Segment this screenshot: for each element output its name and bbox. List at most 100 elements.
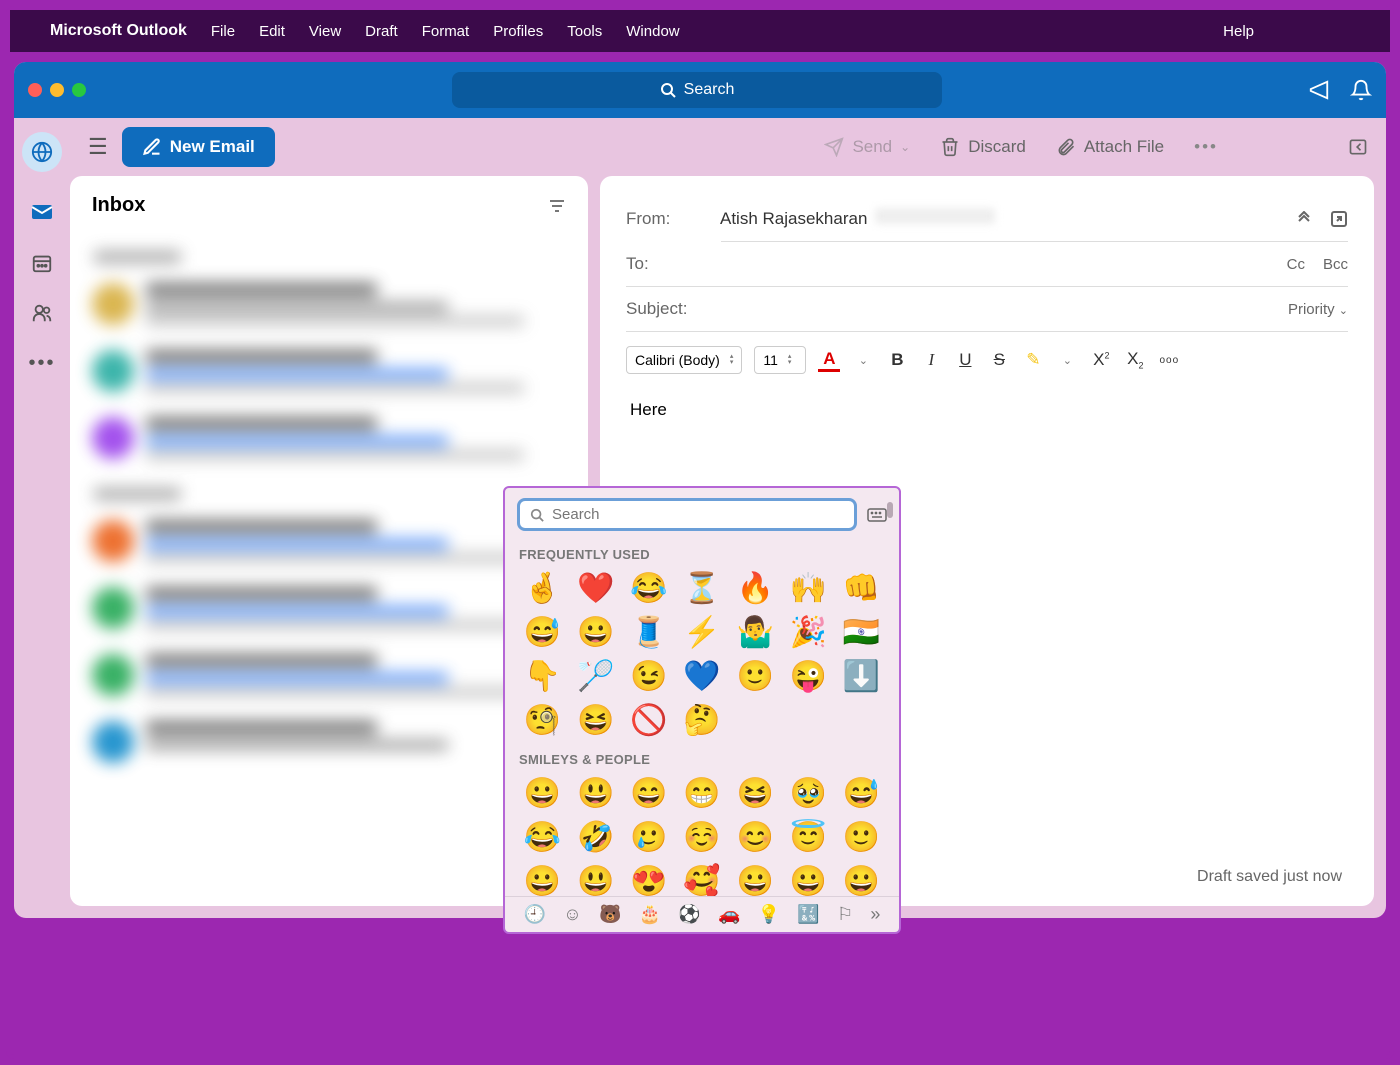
emoji-search-field[interactable] [552,506,844,523]
emoji-cell[interactable]: 🥲 [623,817,674,859]
emoji-cell[interactable]: 🇮🇳 [836,612,887,654]
to-row[interactable]: To: Cc Bcc [626,242,1348,287]
emoji-cell[interactable]: 😀 [730,861,781,896]
bell-icon[interactable] [1350,79,1372,101]
menu-edit[interactable]: Edit [259,23,285,40]
app-name[interactable]: Microsoft Outlook [50,22,187,40]
emoji-cell[interactable]: 🔥 [730,568,781,610]
emoji-cell[interactable]: ⬇️ [836,656,887,698]
globe-button[interactable] [22,132,62,172]
emoji-cell[interactable]: ❤️ [570,568,621,610]
emoji-cell[interactable]: 😂 [517,817,568,859]
emoji-cell[interactable]: 😍 [623,861,674,896]
email-row[interactable] [86,709,572,775]
strikethrough-button[interactable]: S [988,350,1010,370]
collapse-up-icon[interactable] [1296,211,1312,227]
menu-tools[interactable]: Tools [567,23,602,40]
people-icon[interactable] [31,302,53,324]
email-row[interactable] [86,508,572,575]
menu-file[interactable]: File [211,23,235,40]
keyboard-icon[interactable] [867,508,887,522]
emoji-cell[interactable]: 😄 [623,773,674,815]
maximize-button[interactable] [72,83,86,97]
menu-profiles[interactable]: Profiles [493,23,543,40]
emoji-cell[interactable]: 🤞 [517,568,568,610]
highlight-button[interactable]: ✎ [1022,350,1044,370]
filter-icon[interactable] [548,197,566,215]
close-button[interactable] [28,83,42,97]
font-family-select[interactable]: Calibri (Body)▴▾ [626,346,742,374]
emoji-cell[interactable]: 🥹 [783,773,834,815]
chevron-down-icon[interactable]: ⌄ [852,354,874,367]
category-recent-icon[interactable]: 🕘 [524,904,546,925]
menu-window[interactable]: Window [626,23,679,40]
font-color-button[interactable]: A [818,349,840,372]
minimize-button[interactable] [50,83,64,97]
emoji-cell[interactable]: 😀 [836,861,887,896]
emoji-cell[interactable]: 😆 [730,773,781,815]
email-row[interactable] [86,575,572,642]
emoji-cell[interactable]: 🏸 [570,656,621,698]
email-row[interactable] [86,338,572,405]
category-food-icon[interactable]: 🎂 [639,904,661,925]
popout-icon[interactable] [1330,210,1348,228]
category-symbols-icon[interactable]: 🔣 [797,904,819,925]
emoji-cell[interactable]: 😃 [570,861,621,896]
emoji-cell[interactable]: 🧐 [517,700,568,742]
bcc-button[interactable]: Bcc [1323,256,1348,273]
calendar-icon[interactable] [31,252,53,274]
emoji-cell[interactable]: 😀 [517,773,568,815]
send-button[interactable]: Send ⌄ [824,137,910,157]
emoji-cell[interactable]: 😀 [517,861,568,896]
menu-help[interactable]: Help [1223,23,1254,40]
emoji-cell[interactable]: 🧵 [623,612,674,654]
category-smileys-icon[interactable]: ☺ [563,904,581,925]
scrollbar-thumb[interactable] [887,502,893,518]
category-more-icon[interactable]: » [870,904,880,925]
emoji-cell[interactable]: 🙌 [783,568,834,610]
email-row[interactable] [86,271,572,338]
emoji-cell[interactable]: 😀 [570,612,621,654]
priority-dropdown[interactable]: Priority ⌄ [1288,301,1348,318]
emoji-cell[interactable]: ☺️ [676,817,727,859]
emoji-cell[interactable]: 😅 [517,612,568,654]
emoji-cell[interactable]: 💙 [676,656,727,698]
email-row[interactable] [86,642,572,709]
underline-button[interactable]: U [954,350,976,370]
menu-view[interactable]: View [309,23,341,40]
menu-format[interactable]: Format [422,23,470,40]
category-travel-icon[interactable]: 🚗 [718,904,740,925]
subscript-button[interactable]: X2 [1124,349,1146,370]
from-value[interactable]: Atish Rajasekharan [720,208,995,229]
emoji-cell[interactable]: 😉 [623,656,674,698]
emoji-cell[interactable]: 🎉 [783,612,834,654]
category-flags-icon[interactable]: ⚐ [837,904,853,925]
emoji-cell[interactable]: 👇 [517,656,568,698]
emoji-cell[interactable]: ⚡ [676,612,727,654]
emoji-cell[interactable]: 😊 [730,817,781,859]
more-apps-icon[interactable]: ••• [28,352,55,375]
emoji-cell[interactable]: 🥰 [676,861,727,896]
menu-draft[interactable]: Draft [365,23,398,40]
cc-button[interactable]: Cc [1287,256,1305,273]
category-objects-icon[interactable]: 💡 [758,904,780,925]
new-email-button[interactable]: New Email [122,127,275,167]
email-row[interactable] [86,405,572,472]
global-search[interactable]: Search [452,72,942,108]
emoji-cell[interactable]: 🚫 [623,700,674,742]
discard-button[interactable]: Discard [940,137,1026,157]
category-activity-icon[interactable]: ⚽ [678,904,700,925]
emoji-cell[interactable]: 😆 [570,700,621,742]
emoji-cell[interactable]: 😜 [783,656,834,698]
emoji-cell[interactable]: 🤔 [676,700,727,742]
more-format-icon[interactable]: ooo [1158,355,1180,366]
emoji-cell[interactable]: 😂 [623,568,674,610]
collapse-icon[interactable] [1348,137,1368,157]
bold-button[interactable]: B [886,350,908,370]
emoji-cell[interactable]: 🙂 [836,817,887,859]
emoji-cell[interactable]: 👊 [836,568,887,610]
italic-button[interactable]: I [920,350,942,370]
emoji-cell[interactable]: ⏳ [676,568,727,610]
more-options-icon[interactable]: ••• [1194,137,1218,157]
emoji-cell[interactable]: 🙂 [730,656,781,698]
